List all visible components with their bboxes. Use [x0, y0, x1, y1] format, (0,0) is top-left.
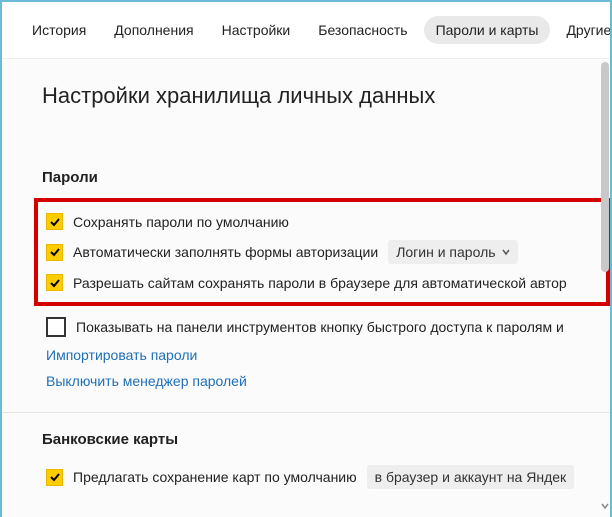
checkbox-save-passwords[interactable] [46, 213, 63, 230]
scrollbar-thumb[interactable] [601, 62, 609, 272]
checkbox-offer-save-cards[interactable] [46, 469, 63, 486]
check-icon [49, 471, 61, 483]
row-show-toolbar-button: Показывать на панели инструментов кнопку… [42, 312, 610, 342]
chevron-down-icon [601, 502, 609, 510]
row-save-passwords: Сохранять пароли по умолчанию [42, 208, 606, 235]
check-icon [49, 246, 61, 258]
row-offer-save-cards: Предлагать сохранение карт по умолчанию … [42, 460, 610, 494]
label-allow-sites: Разрешать сайтам сохранять пароли в брау… [73, 275, 567, 291]
select-autofill-value: Логин и пароль [396, 244, 495, 260]
tab-settings[interactable]: Настройки [210, 16, 303, 44]
check-icon [49, 216, 61, 228]
scrollbar[interactable] [600, 62, 610, 511]
checkbox-allow-sites[interactable] [46, 274, 63, 291]
label-show-toolbar-button: Показывать на панели инструментов кнопку… [76, 319, 564, 335]
tab-other-devices[interactable]: Другие устр [554, 16, 610, 44]
scrollbar-down-arrow[interactable] [600, 501, 610, 511]
tab-history[interactable]: История [20, 16, 98, 44]
row-allow-sites: Разрешать сайтам сохранять пароли в брау… [42, 269, 606, 296]
check-icon [49, 277, 61, 289]
link-disable-manager[interactable]: Выключить менеджер паролей [42, 368, 610, 394]
tab-addons[interactable]: Дополнения [102, 16, 205, 44]
label-save-passwords: Сохранять пароли по умолчанию [73, 214, 289, 230]
separator [2, 412, 610, 413]
section-title-passwords: Пароли [42, 169, 610, 186]
label-offer-save-cards: Предлагать сохранение карт по умолчанию [73, 469, 357, 485]
tabs-bar: История Дополнения Настройки Безопасност… [2, 2, 610, 58]
select-autofill-mode[interactable]: Логин и пароль [388, 240, 517, 264]
highlight-box: Сохранять пароли по умолчанию Автоматиче… [34, 198, 610, 306]
row-autofill: Автоматически заполнять формы авторизаци… [42, 235, 606, 269]
page-title: Настройки хранилища личных данных [42, 83, 610, 109]
content-area: Настройки хранилища личных данных Пароли… [2, 58, 610, 517]
tab-security[interactable]: Безопасность [306, 16, 419, 44]
select-card-save-location[interactable]: в браузер и аккаунт на Яндек [367, 465, 575, 489]
checkbox-autofill[interactable] [46, 244, 63, 261]
checkbox-show-toolbar-button[interactable] [46, 317, 66, 337]
tab-passwords-cards[interactable]: Пароли и карты [424, 16, 551, 44]
section-title-cards: Банковские карты [42, 431, 610, 448]
label-autofill: Автоматически заполнять формы авторизаци… [73, 244, 378, 260]
link-import-passwords[interactable]: Импортировать пароли [42, 342, 610, 368]
chevron-down-icon [502, 248, 510, 256]
